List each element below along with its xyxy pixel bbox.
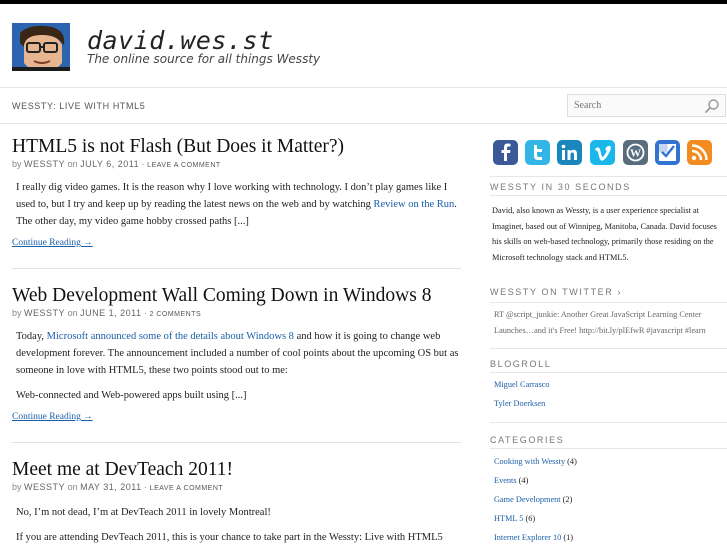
post-divider — [12, 442, 461, 443]
sidebar-divider — [490, 302, 727, 303]
post: Web Development Wall Coming Down in Wind… — [12, 285, 461, 422]
list-item: Game Development (2) — [494, 495, 577, 514]
post-excerpt: No, I’m not dead, I’m at DevTeach 2011 i… — [12, 504, 461, 545]
breadcrumb[interactable]: WESSTY: LIVE WITH HTML5 — [12, 101, 145, 111]
list-item: Tyler Doerksen — [494, 399, 550, 418]
excerpt-link[interactable]: Review on the Run — [374, 199, 455, 210]
search-box[interactable] — [567, 94, 726, 117]
site-tagline: The online source for all things Wessty — [87, 52, 321, 66]
meta-on: on — [67, 482, 78, 492]
category-count: (6) — [525, 514, 536, 523]
post-author[interactable]: WESSTY — [24, 482, 65, 492]
list-item: Cooking with Wessty (4) — [494, 457, 577, 476]
widget-title-about: WESSTY IN 30 SECONDS — [490, 182, 631, 192]
excerpt-paragraph: If you are attending DevTeach 2011, this… — [16, 532, 443, 543]
tweet-line: Launches…and it's Free! http://bit.ly/pl… — [494, 325, 706, 335]
categories-list: Cooking with Wessty (4) Events (4) Game … — [494, 457, 577, 545]
sidebar-divider — [490, 372, 727, 373]
blogroll-link[interactable]: Miguel Carrasco — [494, 380, 550, 389]
sidebar-divider — [490, 195, 727, 196]
post: Meet me at DevTeach 2011! by WESSTY on M… — [12, 459, 461, 545]
category-count: (4) — [567, 457, 577, 466]
site-header: david.wes.st The online source for all t… — [0, 4, 727, 87]
category-link[interactable]: HTML 5 — [494, 514, 523, 523]
sidebar-divider — [490, 422, 727, 423]
continue-reading-link[interactable]: Continue Reading → — [12, 238, 461, 248]
post-meta: by WESSTY on JULY 6, 2011 · LEAVE A COMM… — [12, 159, 461, 169]
post-divider — [12, 268, 461, 269]
meta-separator: · — [144, 482, 148, 492]
sidebar-divider — [490, 348, 727, 349]
tweet-line: RT @script_junkie: Another Great JavaScr… — [494, 310, 702, 319]
meta-separator: · — [143, 308, 147, 318]
twitter-title-text: WESSTY ON TWITTER — [490, 287, 614, 297]
category-link[interactable]: Cooking with Wessty — [494, 457, 565, 466]
list-item: Miguel Carrasco — [494, 380, 550, 399]
about-text: David, also known as Wessty, is a user e… — [492, 206, 717, 262]
post-title[interactable]: Web Development Wall Coming Down in Wind… — [12, 285, 461, 307]
blogroll-link[interactable]: Tyler Doerksen — [494, 399, 545, 408]
post-meta: by WESSTY on JUNE 1, 2011 · 2 COMMENTS — [12, 308, 461, 318]
comments-link[interactable]: LEAVE A COMMENT — [150, 485, 224, 492]
meta-on: on — [67, 159, 78, 169]
post-title[interactable]: Meet me at DevTeach 2011! — [12, 459, 461, 481]
post-title[interactable]: HTML5 is not Flash (But Does it Matter?) — [12, 136, 461, 158]
post-date: JULY 6, 2011 — [80, 159, 140, 169]
avatar[interactable] — [12, 23, 70, 71]
meta-by: by — [12, 159, 22, 169]
site-title[interactable]: david.wes.st — [87, 26, 274, 55]
category-count: (2) — [562, 495, 573, 504]
widget-title-twitter[interactable]: WESSTY ON TWITTER › — [490, 287, 622, 297]
sub-bar: WESSTY: LIVE WITH HTML5 — [0, 87, 727, 124]
post-meta: by WESSTY on MAY 31, 2011 · LEAVE A COMM… — [12, 482, 461, 492]
category-link[interactable]: Game Development — [494, 495, 561, 504]
category-count: (4) — [518, 476, 529, 485]
chevron-right-icon: › — [617, 287, 623, 297]
post-author[interactable]: WESSTY — [24, 308, 65, 318]
facebook-icon[interactable] — [493, 140, 518, 165]
delicious-icon[interactable] — [655, 140, 680, 165]
blogroll-list: Miguel Carrasco Tyler Doerksen — [494, 380, 550, 418]
meta-by: by — [12, 308, 22, 318]
tweet[interactable]: RT @script_junkie: Another Great JavaScr… — [494, 307, 726, 338]
list-item: Events (4) — [494, 476, 577, 495]
vimeo-icon[interactable] — [590, 140, 615, 165]
meta-separator: · — [141, 159, 145, 169]
excerpt-text: Today, — [16, 331, 47, 342]
comments-link[interactable]: 2 COMMENTS — [150, 311, 202, 318]
post-author[interactable]: WESSTY — [24, 159, 65, 169]
sidebar-divider — [490, 448, 727, 449]
search-icon[interactable] — [704, 98, 720, 114]
post: HTML5 is not Flash (But Does it Matter?)… — [12, 136, 461, 248]
excerpt-link[interactable]: Microsoft announced some of the details … — [47, 331, 294, 342]
svg-text:W: W — [630, 148, 641, 160]
continue-reading-link[interactable]: Continue Reading → — [12, 412, 461, 422]
category-count: (1) — [563, 533, 574, 542]
category-link[interactable]: Events — [494, 476, 517, 485]
widget-title-blogroll: BLOGROLL — [490, 359, 552, 369]
search-input[interactable] — [568, 95, 703, 116]
meta-by: by — [12, 482, 22, 492]
linkedin-icon[interactable] — [557, 140, 582, 165]
list-item: HTML 5 (6) — [494, 514, 577, 533]
wordpress-icon[interactable]: W — [623, 140, 648, 165]
post-date: JUNE 1, 2011 — [80, 308, 142, 318]
sidebar-divider — [490, 176, 727, 177]
post-excerpt: I really dig video games. It is the reas… — [12, 179, 461, 230]
post-excerpt: Today, Microsoft announced some of the d… — [12, 328, 461, 404]
excerpt-paragraph: No, I’m not dead, I’m at DevTeach 2011 i… — [16, 507, 271, 518]
post-date: MAY 31, 2011 — [80, 482, 142, 492]
category-link[interactable]: Internet Explorer 10 — [494, 533, 561, 542]
comments-link[interactable]: LEAVE A COMMENT — [147, 162, 221, 169]
widget-title-categories: CATEGORIES — [490, 435, 565, 445]
excerpt-paragraph: Web-connected and Web-powered apps built… — [16, 390, 247, 401]
meta-on: on — [67, 308, 78, 318]
list-item: Internet Explorer 10 (1) — [494, 533, 577, 545]
rss-icon[interactable] — [687, 140, 712, 165]
twitter-icon[interactable] — [525, 140, 550, 165]
